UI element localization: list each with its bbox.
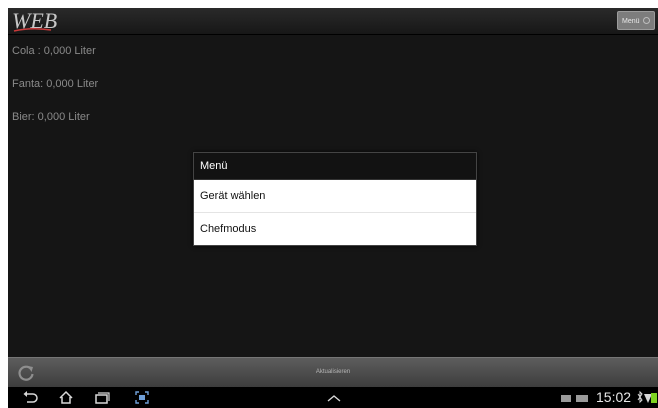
bottom-bar: Aktualisieren xyxy=(8,357,658,387)
picture-notification-icon xyxy=(561,395,571,402)
menu-item-boss-mode[interactable]: Chefmodus xyxy=(194,213,476,245)
screenshot-icon[interactable] xyxy=(134,390,150,405)
menu-dialog: Menü Gerät wählen Chefmodus xyxy=(193,152,477,246)
app-logo: WEB xyxy=(12,9,57,33)
dialog-title: Menü xyxy=(194,153,476,180)
recent-apps-icon[interactable] xyxy=(94,390,110,405)
refresh-icon[interactable] xyxy=(16,363,36,383)
bier-volume-label: Bier: 0,000 Liter xyxy=(12,111,90,123)
refresh-button[interactable]: Aktualisieren xyxy=(8,358,658,387)
bluetooth-icon xyxy=(637,390,643,404)
fanta-volume-label: Fanta: 0,000 Liter xyxy=(12,78,99,90)
chevron-up-icon[interactable] xyxy=(326,390,342,405)
back-icon[interactable] xyxy=(22,390,38,405)
menu-item-select-device[interactable]: Gerät wählen xyxy=(194,180,476,213)
home-icon[interactable] xyxy=(58,390,74,405)
menu-button[interactable]: Menü xyxy=(617,11,655,30)
menu-button-label: Menü xyxy=(622,18,640,25)
clock: 15:02 xyxy=(596,389,632,405)
app-screen: WEB Menü Cola : 0,000 Liter Fanta: 0,000… xyxy=(8,8,658,408)
action-bar: WEB Menü xyxy=(8,8,658,35)
system-nav-bar: 15:02 xyxy=(8,387,658,408)
cola-volume-label: Cola : 0,000 Liter xyxy=(12,45,96,57)
battery-icon xyxy=(651,393,657,403)
keyboard-notification-icon xyxy=(576,395,588,402)
menu-indicator-icon xyxy=(643,17,650,24)
